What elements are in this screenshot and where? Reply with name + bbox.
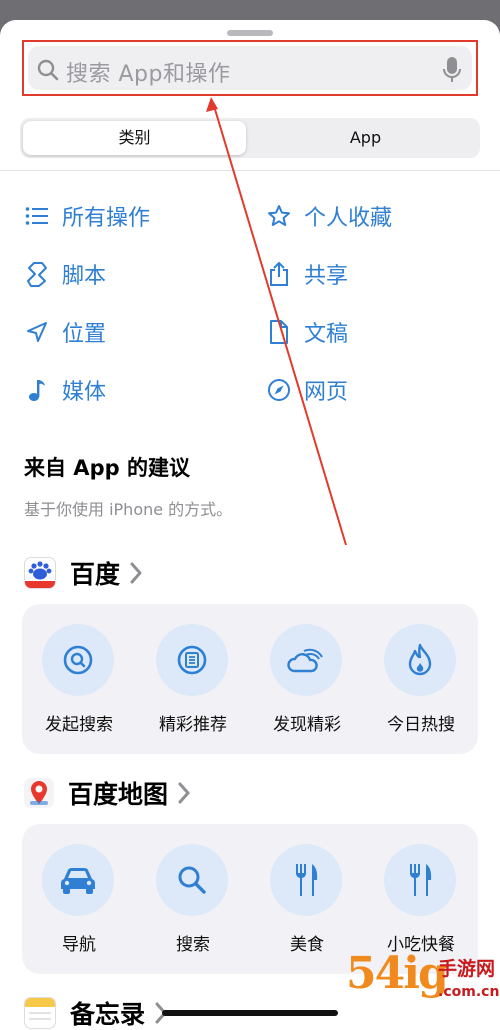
home-indicator[interactable] [162,1010,338,1016]
watermark-number: 54ig [346,948,449,999]
annotation-arrow [206,97,347,546]
watermark-url: .com.cn [438,984,500,1000]
watermark-text: 手游网 [438,958,496,980]
watermark-logo: 54ig 手游网 .com.cn [346,948,500,1026]
